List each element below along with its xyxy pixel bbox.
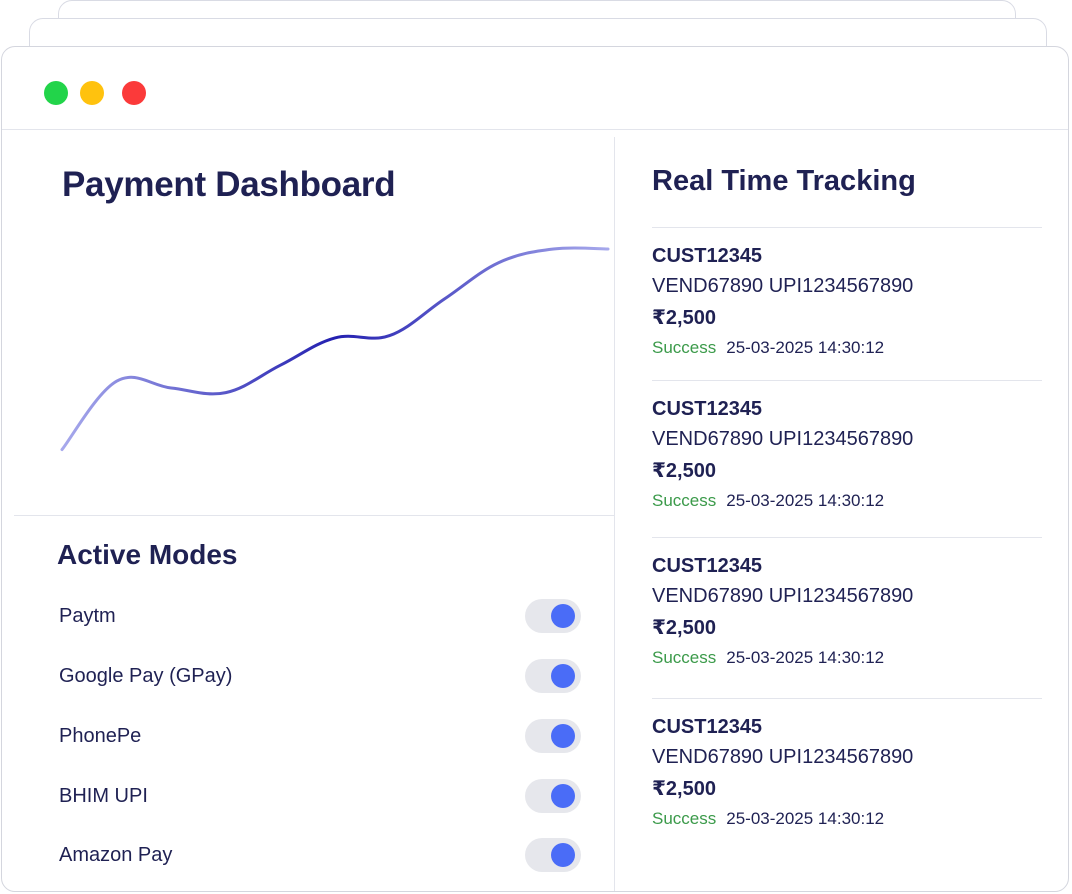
transaction-meta: Success 25-03-2025 14:30:12 — [652, 809, 884, 829]
mode-label: PhonePe — [59, 725, 142, 747]
mode-row-phonepe: PhonePe — [59, 719, 581, 753]
timestamp: 25-03-2025 14:30:12 — [726, 648, 885, 667]
timestamp: 25-03-2025 14:30:12 — [726, 338, 885, 357]
window-titlebar — [2, 47, 1068, 130]
section-divider — [14, 515, 614, 516]
transaction-amount: ₹2,500 — [652, 778, 716, 800]
transaction-meta: Success 25-03-2025 14:30:12 — [652, 338, 884, 358]
window-dot-yellow[interactable] — [80, 81, 104, 105]
app-window: Payment Dashboard Active Modes Paytm Goo… — [1, 46, 1069, 892]
phonepe-toggle[interactable] — [525, 719, 581, 753]
customer-id: CUST12345 — [652, 716, 763, 738]
toggle-knob — [551, 843, 575, 867]
amazon-pay-toggle[interactable] — [525, 838, 581, 872]
transaction-amount: ₹2,500 — [652, 460, 716, 482]
status-badge: Success — [652, 648, 717, 667]
customer-id: CUST12345 — [652, 398, 763, 420]
mode-row-bhim-upi: BHIM UPI — [59, 779, 581, 813]
status-badge: Success — [652, 809, 717, 828]
payment-line-chart — [60, 246, 610, 452]
transaction-meta: Success 25-03-2025 14:30:12 — [652, 648, 884, 668]
transaction-amount: ₹2,500 — [652, 617, 716, 639]
vendor-upi-ids: VEND67890 UPI1234567890 — [652, 275, 914, 297]
status-badge: Success — [652, 491, 717, 510]
status-badge: Success — [652, 338, 717, 357]
transaction-item: CUST12345 VEND67890 UPI1234567890 ₹2,500… — [652, 227, 1042, 385]
customer-id: CUST12345 — [652, 245, 763, 267]
bhim-upi-toggle[interactable] — [525, 779, 581, 813]
toggle-knob — [551, 784, 575, 808]
window-dot-green[interactable] — [44, 81, 68, 105]
mode-label: BHIM UPI — [59, 785, 148, 807]
toggle-knob — [551, 724, 575, 748]
series-line — [60, 246, 610, 452]
timestamp: 25-03-2025 14:30:12 — [726, 491, 885, 510]
mode-row-paytm: Paytm — [59, 599, 581, 633]
transaction-amount: ₹2,500 — [652, 307, 716, 329]
vendor-upi-ids: VEND67890 UPI1234567890 — [652, 428, 914, 450]
transaction-item: CUST12345 VEND67890 UPI1234567890 ₹2,500… — [652, 380, 1042, 538]
transaction-item: CUST12345 VEND67890 UPI1234567890 ₹2,500… — [652, 698, 1042, 856]
mode-row-amazon-pay: Amazon Pay — [59, 838, 581, 872]
customer-id: CUST12345 — [652, 555, 763, 577]
window-dot-red[interactable] — [122, 81, 146, 105]
mode-row-gpay: Google Pay (GPay) — [59, 659, 581, 693]
dashboard-title: Payment Dashboard — [62, 165, 396, 204]
vendor-upi-ids: VEND67890 UPI1234567890 — [652, 585, 914, 607]
paytm-toggle[interactable] — [525, 599, 581, 633]
vendor-upi-ids: VEND67890 UPI1234567890 — [652, 746, 914, 768]
transaction-item: CUST12345 VEND67890 UPI1234567890 ₹2,500… — [652, 537, 1042, 695]
active-modes-title: Active Modes — [57, 539, 238, 570]
column-divider — [614, 137, 615, 891]
toggle-knob — [551, 604, 575, 628]
mode-label: Amazon Pay — [59, 844, 173, 866]
timestamp: 25-03-2025 14:30:12 — [726, 809, 885, 828]
mode-label: Google Pay (GPay) — [59, 665, 233, 687]
toggle-knob — [551, 664, 575, 688]
mode-label: Paytm — [59, 605, 116, 627]
gpay-toggle[interactable] — [525, 659, 581, 693]
transaction-meta: Success 25-03-2025 14:30:12 — [652, 491, 884, 511]
real-time-tracking-title: Real Time Tracking — [652, 165, 916, 197]
